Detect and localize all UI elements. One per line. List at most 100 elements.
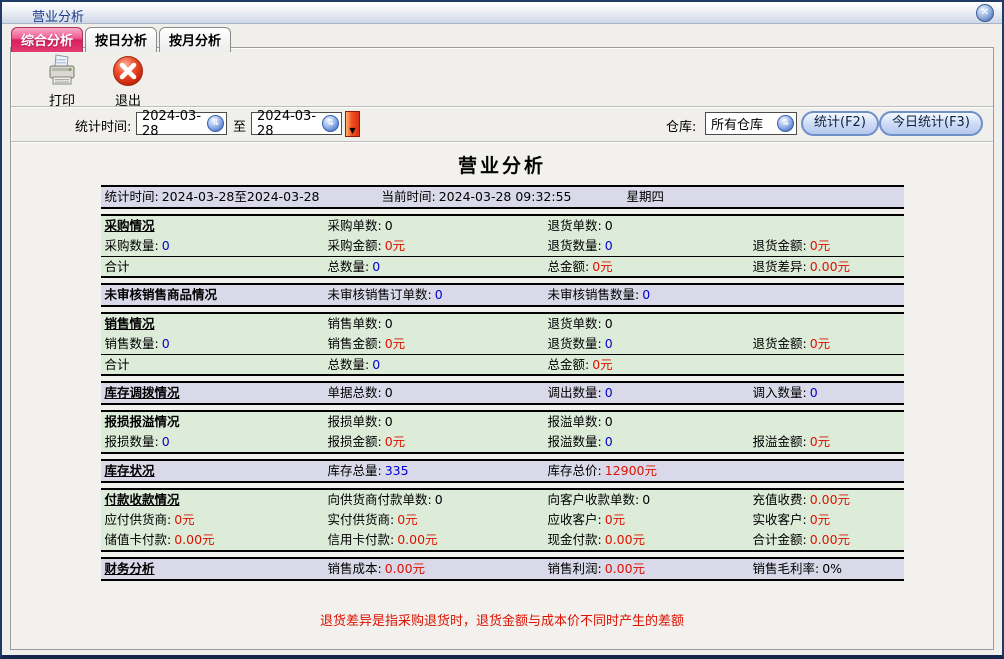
- tab-daily-analysis[interactable]: 按日分析: [85, 27, 157, 52]
- cell-label: 退货金额:: [753, 336, 807, 351]
- cell-label: 合计: [105, 357, 130, 372]
- report-cell: [749, 461, 904, 481]
- report-cell: 合计金额:0.00元: [749, 530, 904, 550]
- cell-label: 付款收款情况: [105, 492, 180, 507]
- report-cell: 合计: [101, 355, 324, 375]
- cell-value: 0: [639, 287, 650, 302]
- report-row: 统计时间:2024-03-28至2024-03-28当前时间:2024-03-2…: [101, 187, 904, 207]
- report-cell: 退货单数:0: [544, 216, 749, 236]
- to-label: 至: [233, 116, 246, 135]
- report-cell: 报损金额:0元: [324, 432, 544, 452]
- cell-value: 0元: [382, 434, 405, 449]
- report-row: 库存状况库存总量:335库存总价:12900元: [101, 461, 904, 481]
- report-row: 应付供货商:0元实付供货商:0元应收客户:0元实收客户:0元: [101, 510, 904, 530]
- cell-label: 总数量:: [328, 259, 370, 274]
- cell-label: 库存状况: [105, 463, 155, 478]
- date-to-value: 2024-03-28: [257, 109, 322, 139]
- date-to-field[interactable]: 2024-03-28 ⇅: [251, 112, 342, 135]
- warehouse-spinner-icon[interactable]: ⇅: [777, 115, 794, 132]
- report-cell: 销售成本:0.00元: [324, 559, 544, 579]
- report-cell: 报损单数:0: [324, 412, 544, 432]
- cell-label: 退货数量:: [548, 238, 602, 253]
- tab-monthly-analysis[interactable]: 按月分析: [159, 27, 231, 52]
- report-section: 未审核销售商品情况未审核销售订单数:0未审核销售数量:0: [101, 283, 904, 307]
- report-cell: 信用卡付款:0.00元: [324, 530, 544, 550]
- cell-value: 0: [369, 259, 380, 274]
- cell-label: 总数量:: [328, 357, 370, 372]
- report-cell: 总金额:0元: [544, 355, 749, 375]
- stat-f2-button[interactable]: 统计(F2): [801, 111, 879, 136]
- date-from-spinner-icon[interactable]: ⇅: [207, 115, 224, 132]
- cell-label: 合计: [105, 259, 130, 274]
- cell-label: 报损金额:: [328, 434, 382, 449]
- cell-value: 0: [602, 336, 613, 351]
- report-cell: [749, 216, 904, 236]
- cell-label: 报损数量:: [105, 434, 159, 449]
- tab-comprehensive-analysis[interactable]: 综合分析: [11, 27, 83, 52]
- report-row: 合计 总数量:0 总金额:0元退货差异:0.00元: [101, 256, 904, 276]
- report-row: 未审核销售商品情况未审核销售订单数:0未审核销售数量:0: [101, 285, 904, 305]
- report-section: 财务分析销售成本:0.00元销售利润:0.00元销售毛利率:0%: [101, 557, 904, 581]
- report-cell: 报溢数量:0: [544, 432, 749, 452]
- report-cell: 实付供货商:0元: [324, 510, 544, 530]
- print-button[interactable]: 打印: [33, 53, 91, 109]
- report-cell: 采购情况: [101, 216, 324, 236]
- cell-label: 销售单数:: [328, 316, 382, 331]
- cell-label: 单据总数:: [328, 385, 382, 400]
- report-cell: 销售数量:0: [101, 334, 324, 354]
- report-cell: 应收客户:0元: [544, 510, 749, 530]
- cell-value: 0: [602, 316, 613, 331]
- cell-label: 采购数量:: [105, 238, 159, 253]
- date-to-spinner-icon[interactable]: ⇅: [322, 115, 339, 132]
- report-row: 库存调拨情况单据总数:0调出数量:0调入数量:0: [101, 383, 904, 403]
- cell-label: 当前时间:: [382, 189, 436, 204]
- filter-bar: 统计时间: 2024-03-28 ⇅ 至 2024-03-28 ⇅ ▼ 仓库: …: [11, 106, 993, 140]
- report-cell: 未审核销售数量:0: [544, 285, 749, 305]
- report-cell: [749, 314, 904, 334]
- today-stat-f3-button[interactable]: 今日统计(F3): [879, 111, 983, 136]
- exit-button[interactable]: 退出: [99, 53, 157, 109]
- report-area: 营业分析 统计时间:2024-03-28至2024-03-28当前时间:2024…: [11, 141, 993, 649]
- cell-value: 0.00元: [171, 532, 214, 547]
- cell-value: 0.00元: [807, 532, 850, 547]
- report-cell: 应付供货商:0元: [101, 510, 324, 530]
- cell-label: 实收客户:: [753, 512, 807, 527]
- report-title: 营业分析: [11, 151, 993, 178]
- cell-value: 0: [807, 385, 818, 400]
- exit-icon: [99, 53, 157, 89]
- date-preset-dropdown-icon[interactable]: ▼: [345, 111, 360, 137]
- date-from-value: 2024-03-28: [142, 109, 207, 139]
- report-cell: 统计时间:2024-03-28至2024-03-28: [101, 187, 378, 207]
- warehouse-select[interactable]: 所有仓库 ⇅: [705, 112, 797, 135]
- close-icon[interactable]: ✕: [976, 4, 994, 22]
- cell-label: 应付供货商:: [105, 512, 172, 527]
- report-cell: 销售利润:0.00元: [544, 559, 749, 579]
- report-section: 报损报溢情况报损单数:0报溢单数:0报损数量:0报损金额:0元报溢数量:0报溢金…: [101, 410, 904, 454]
- report-cell: [749, 355, 904, 375]
- report-cell: [749, 285, 904, 305]
- report-cell: 退货差异:0.00元: [749, 257, 904, 277]
- report-cell: 财务分析: [101, 559, 324, 579]
- report-cell: 总金额:0元: [544, 257, 749, 277]
- report-row: 付款收款情况向供货商付款单数:0向客户收款单数:0充值收费:0.00元: [101, 490, 904, 510]
- report-row: 财务分析销售成本:0.00元销售利润:0.00元销售毛利率:0%: [101, 559, 904, 579]
- date-from-field[interactable]: 2024-03-28 ⇅: [136, 112, 227, 135]
- toolbar: 打印 退出: [11, 48, 993, 106]
- cell-label: 退货单数:: [548, 218, 602, 233]
- cell-label: 销售成本:: [328, 561, 382, 576]
- cell-label: 总金额:: [548, 357, 590, 372]
- report-cell: 库存总价:12900元: [544, 461, 749, 481]
- cell-label: 未审核销售数量:: [548, 287, 640, 302]
- cell-value: 0: [382, 385, 393, 400]
- cell-value: 0: [602, 218, 613, 233]
- cell-value: 0元: [807, 238, 830, 253]
- report-cell: 现金付款:0.00元: [544, 530, 749, 550]
- cell-label: 销售金额:: [328, 336, 382, 351]
- cell-label: 退货金额:: [753, 238, 807, 253]
- time-range-label: 统计时间:: [75, 116, 131, 135]
- report-cell: 销售毛利率:0%: [749, 559, 904, 579]
- report-cell: 总数量:0: [324, 355, 544, 375]
- footer-note: 退货差异是指采购退货时，退货金额与成本价不同时产生的差额: [11, 610, 993, 629]
- cell-value: 0: [602, 434, 613, 449]
- cell-value: 0: [382, 218, 393, 233]
